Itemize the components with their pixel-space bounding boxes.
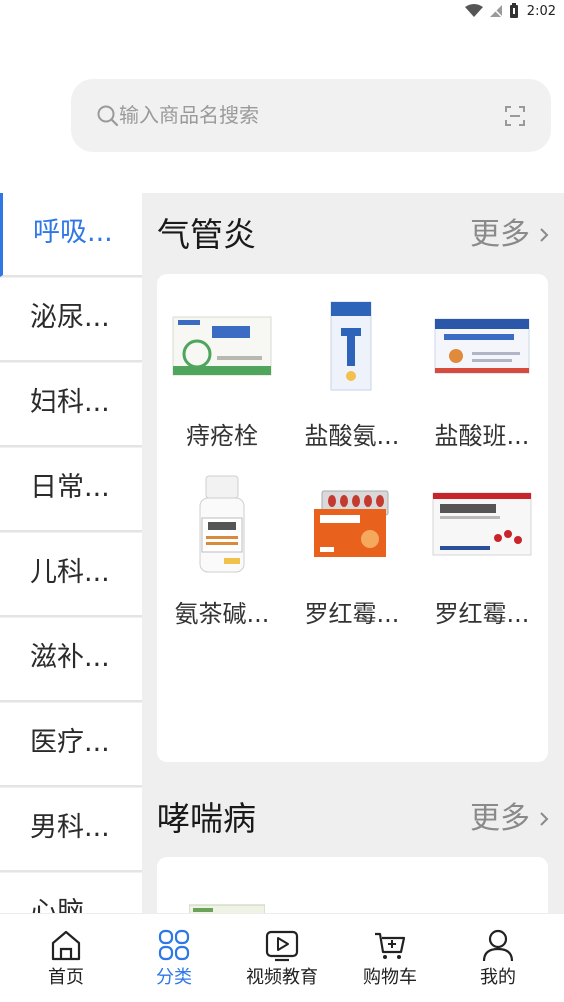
more-link[interactable]: 更多 [470,799,550,839]
search-icon [97,105,119,127]
sidebar-item-label: 妇科... [30,387,110,418]
nav-label: 我的 [480,967,516,988]
sidebar-item-andrology[interactable]: 男科... [0,788,142,872]
nav-label: 视频教育 [246,967,318,988]
more-link[interactable]: 更多 [470,215,550,255]
nav-label: 购物车 [363,967,417,988]
sidebar-item-cardio[interactable]: 心脑... [0,873,142,913]
nav-cart[interactable]: 购物车 [335,914,445,1002]
battery-icon [509,3,518,18]
sidebar-item-label: 泌尿... [30,302,110,333]
section-title: 气管炎 [157,215,256,254]
product-name: 罗红霉... [304,600,400,628]
nav-video-education[interactable]: 视频教育 [227,914,337,1002]
product-item[interactable]: 罗红霉... [287,474,417,644]
sidebar-item-label: 呼吸... [33,217,113,248]
scan-icon[interactable] [503,104,527,128]
sidebar-item-label: 医疗... [30,727,110,758]
product-name: 盐酸班... [434,422,530,450]
product-image [297,474,407,574]
sidebar-item-label: 男科... [30,812,110,843]
nav-profile[interactable]: 我的 [443,914,553,1002]
sidebar-item-pediatrics[interactable]: 儿科... [0,533,142,617]
nav-label: 分类 [156,967,192,988]
product-item[interactable]: 盐酸氨... [287,296,417,466]
sidebar-item-gynecology[interactable]: 妇科... [0,363,142,447]
product-name: 痔疮栓 [186,422,258,450]
search-box[interactable]: 输入商品名搜索 [71,79,551,152]
product-item[interactable]: 罗红霉... [417,474,547,644]
product-name: 盐酸氨... [304,422,400,450]
sidebar-item-label: 心脑... [30,897,110,913]
sidebar-item-label: 儿科... [30,557,110,588]
bottom-nav: 首页 分类 视频教育 购物车 我的 [0,913,564,1002]
product-item[interactable]: 氨茶碱... [157,474,287,644]
sidebar-item-urology[interactable]: 泌尿... [0,278,142,362]
sidebar-item-medical[interactable]: 医疗... [0,703,142,787]
product-image [167,296,277,396]
more-label: 更多 [470,801,530,836]
more-label: 更多 [470,217,530,252]
product-image [427,296,537,396]
product-card [157,857,548,913]
product-name: 氨茶碱... [174,600,270,628]
cart-icon [375,932,406,959]
status-time: 2:02 [526,3,556,19]
sidebar-item-label: 滋补... [30,642,110,673]
product-image [297,296,407,396]
sidebar-item-daily[interactable]: 日常... [0,448,142,532]
profile-icon [482,929,514,962]
product-image [167,474,277,574]
product-item[interactable]: 盐酸班... [417,296,547,466]
category-icon [158,929,190,961]
nav-home[interactable]: 首页 [11,914,121,1002]
product-name: 罗红霉... [434,600,530,628]
search-input[interactable]: 输入商品名搜索 [119,101,259,129]
product-item[interactable]: 痔疮栓 [157,296,287,466]
signal-icon [489,5,503,18]
product-card: 痔疮栓 盐酸氨... 盐酸班... 氨茶碱... 罗红霉... 罗红霉... [157,274,548,762]
wifi-icon [464,4,483,17]
nav-category[interactable]: 分类 [119,914,229,1002]
chevron-right-icon [540,812,549,826]
nav-label: 首页 [48,967,84,988]
section-title: 哮喘病 [157,799,256,838]
product-image [187,903,267,913]
sidebar-item-tonics[interactable]: 滋补... [0,618,142,702]
status-icons: 2:02 [464,3,556,19]
sidebar-item-label: 日常... [30,472,110,503]
chevron-right-icon [540,228,549,242]
home-icon [51,930,81,961]
status-bar: 2:02 [0,0,564,26]
category-content: 气管炎 更多 痔疮栓 盐酸氨... 盐酸班... 氨茶碱... 罗红霉... 罗… [142,193,564,913]
product-image [427,474,537,574]
category-sidebar: 呼吸... 泌尿... 妇科... 日常... 儿科... 滋补... 医疗..… [0,193,142,913]
sidebar-item-respiratory[interactable]: 呼吸... [0,193,142,277]
video-icon [265,930,299,962]
